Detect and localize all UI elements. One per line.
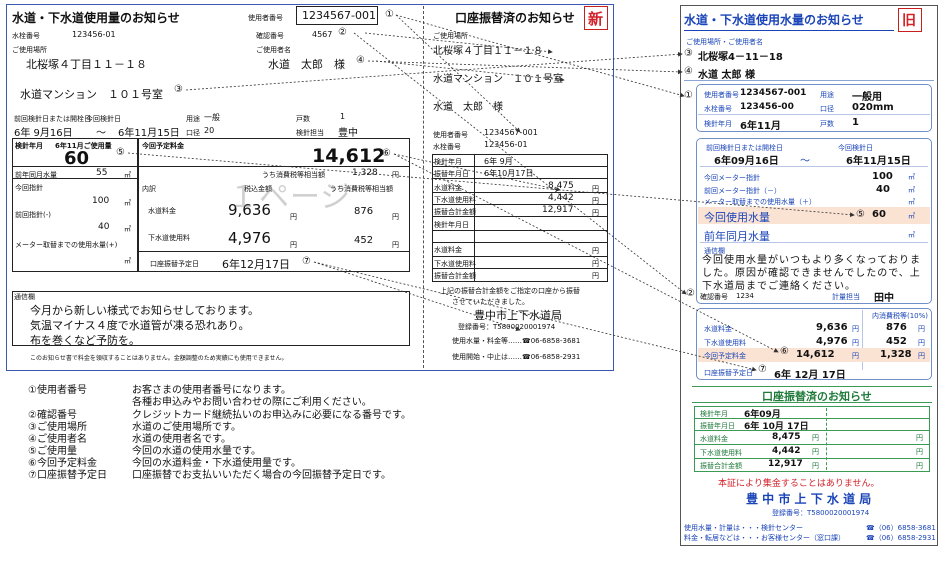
connector-arrows xyxy=(127,14,855,372)
